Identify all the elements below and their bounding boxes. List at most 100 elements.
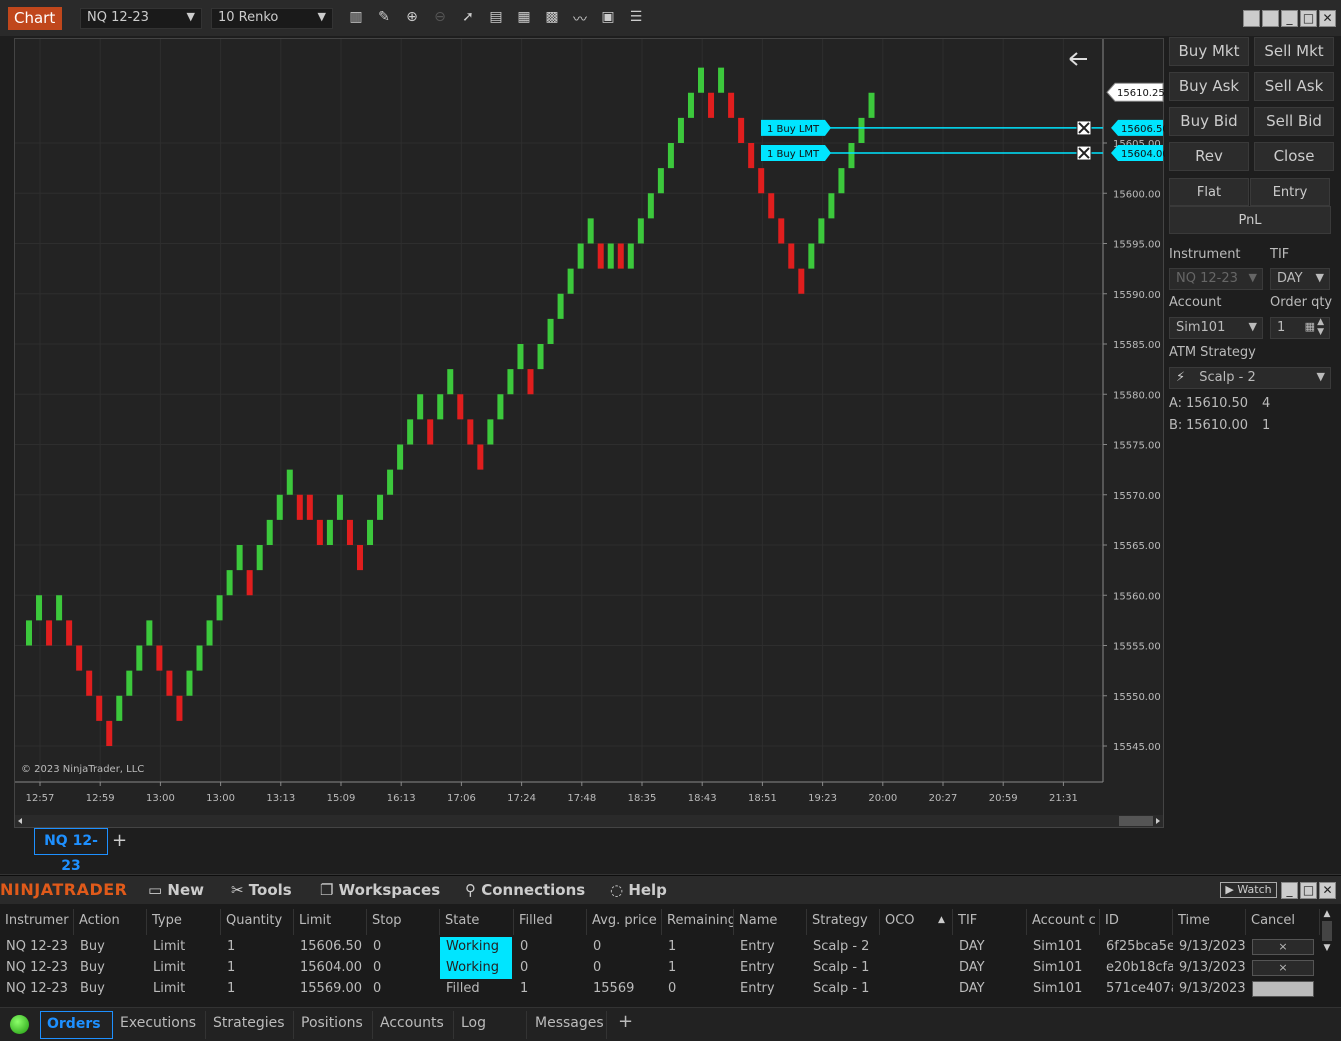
buy-bid-button[interactable]: Buy Bid [1169,107,1249,136]
sort-ascending-icon[interactable]: ▲ [938,915,945,925]
order-row[interactable]: NQ 12-23 Buy Limit 1 15604.00 0 Working 0 0 1 Entr… [0,958,1320,979]
menu-connections[interactable]: ⚲ Connections [465,881,585,899]
snap-right-icon[interactable] [1262,10,1279,27]
pointer-icon[interactable]: ➚ [459,9,477,27]
menu-workspaces-label: Workspaces [338,881,441,899]
scroll-thumb[interactable] [1322,921,1332,941]
zoom-in-icon[interactable]: ⊕ [403,9,421,27]
column-header[interactable]: Time [1173,909,1246,935]
indicators-icon[interactable]: ▩ [543,9,561,27]
cc-close-button[interactable]: ✕ [1319,882,1336,899]
cc-minimize-button[interactable]: _ [1281,882,1298,899]
strategies-icon[interactable]: 〰 [571,9,589,28]
chart-tab-nq[interactable]: NQ 12-23 [34,828,108,874]
maximize-button[interactable]: □ [1300,10,1317,27]
atm-strategy-select[interactable]: ⚡ Scalp - 2 ▼ [1169,367,1331,389]
tab-executions[interactable]: Executions [114,1011,206,1039]
tab-orders[interactable]: Orders [40,1011,113,1039]
column-header[interactable]: Strategy [807,909,880,935]
menu-tools[interactable]: ✂ Tools [231,881,292,899]
order-cell: Limit [153,939,186,954]
sell-market-button[interactable]: Sell Mkt [1254,37,1334,66]
templates-icon[interactable]: ▦ [515,9,533,27]
cancel-order-button[interactable]: × [1252,939,1314,955]
renko-brick [66,620,73,646]
tab-log[interactable]: Log [455,1011,527,1039]
column-header[interactable]: Instrumer [0,909,74,935]
column-header[interactable]: Quantity [221,909,294,935]
scroll-up-icon[interactable]: ▲ [1320,909,1334,919]
column-header[interactable]: Action [74,909,147,935]
chart-scroll-thumb[interactable] [1119,816,1153,826]
scroll-down-icon[interactable]: ▼ [1320,943,1334,953]
tab-positions[interactable]: Positions [295,1011,373,1039]
bar-style-icon[interactable]: ▥ [347,9,365,27]
column-header[interactable]: ID [1100,909,1173,935]
menu-new[interactable]: ▭ New [148,881,204,899]
column-header[interactable]: Stop [367,909,440,935]
chevron-down-icon: ▼ [1248,320,1257,333]
column-header[interactable]: TIF [953,909,1027,935]
order-row[interactable]: NQ 12-23 Buy Limit 1 15606.50 0 Working 0 0 1 Entr… [0,937,1320,958]
buy-ask-button[interactable]: Buy Ask [1169,72,1249,101]
cancel-order-button[interactable]: × [1252,960,1314,976]
buy-market-button[interactable]: Buy Mkt [1169,37,1249,66]
column-header[interactable]: Account c [1027,909,1100,935]
order-qty-input[interactable]: 1 ▦ ▲ ▼ [1270,317,1330,339]
sell-ask-button[interactable]: Sell Ask [1254,72,1334,101]
order-cell: 0 [373,939,382,954]
close-position-button[interactable]: Close [1254,142,1334,171]
new-window-icon: ▭ [148,881,168,899]
close-button[interactable]: ✕ [1319,10,1336,27]
renko-brick [798,268,805,294]
chart-scrollbar[interactable] [15,815,1163,827]
order-cell: Filled [446,981,480,996]
tif-select[interactable]: DAY ▼ [1270,268,1330,290]
calculator-icon[interactable]: ▦ [1305,320,1315,333]
renko-chart[interactable]: 15545.00 15550.00 15555.00 15560.00 15565.00… [15,39,1165,829]
column-header[interactable]: Limit [294,909,367,935]
order-cell: 1 [227,939,236,954]
data-box-icon[interactable]: ▤ [487,9,505,27]
column-header[interactable]: Remaining [662,909,734,935]
cancel-order-button[interactable] [1252,981,1314,997]
orders-scrollbar[interactable]: ▲ ▼ [1320,909,1334,1004]
account-select[interactable]: Sim101 ▼ [1169,317,1263,339]
menu-workspaces[interactable]: ❐ Workspaces [320,881,440,899]
add-cc-tab-button[interactable]: + [612,1011,638,1039]
renko-brick [286,469,293,495]
column-header[interactable]: Avg. price [587,909,662,935]
x-tick-label: 17:06 [447,793,476,804]
column-header[interactable]: Cancel [1246,909,1320,935]
column-header[interactable]: Name [734,909,807,935]
reverse-button[interactable]: Rev [1169,142,1249,171]
chart-panel[interactable]: 15545.00 15550.00 15555.00 15560.00 15565.00… [14,38,1165,829]
renko-brick [567,268,574,294]
lightning-icon: ⚡ [1176,370,1186,385]
control-center-tabs: Orders Executions Strategies Positions A… [0,1007,1341,1041]
order-cell: 0 [520,939,529,954]
zoom-out-icon[interactable]: ⊖ [431,9,449,27]
qty-stepper-icon[interactable]: ▲ ▼ [1317,317,1324,337]
minimize-button[interactable]: _ [1281,10,1298,27]
pencil-icon[interactable]: ✎ [375,9,393,27]
tab-strategies[interactable]: Strategies [207,1011,294,1039]
order-row[interactable]: NQ 12-23 Buy Limit 1 15569.00 0 Filled 1 15569 0 E… [0,979,1320,1000]
watch-button[interactable]: ▶ Watch [1220,882,1277,898]
properties-icon[interactable]: ☰ [627,9,645,27]
chart-title[interactable]: Chart [8,7,62,30]
sell-bid-button[interactable]: Sell Bid [1254,107,1334,136]
menu-help[interactable]: ◌ Help [610,881,667,899]
arrow-left-icon[interactable] [1069,52,1087,66]
snap-left-icon[interactable] [1243,10,1260,27]
chart-trader-icon[interactable]: ▣ [599,9,617,27]
tab-messages[interactable]: Messages [529,1011,607,1039]
column-header[interactable]: Type [147,909,221,935]
bar-type-selector[interactable]: 10 Renko ▼ [211,8,333,29]
cc-maximize-button[interactable]: □ [1300,882,1317,899]
add-tab-button[interactable]: + [112,830,127,851]
tab-accounts[interactable]: Accounts [374,1011,454,1039]
column-header[interactable]: State [440,909,514,935]
instrument-selector[interactable]: NQ 12-23 ▼ [80,8,202,29]
column-header[interactable]: Filled [514,909,587,935]
